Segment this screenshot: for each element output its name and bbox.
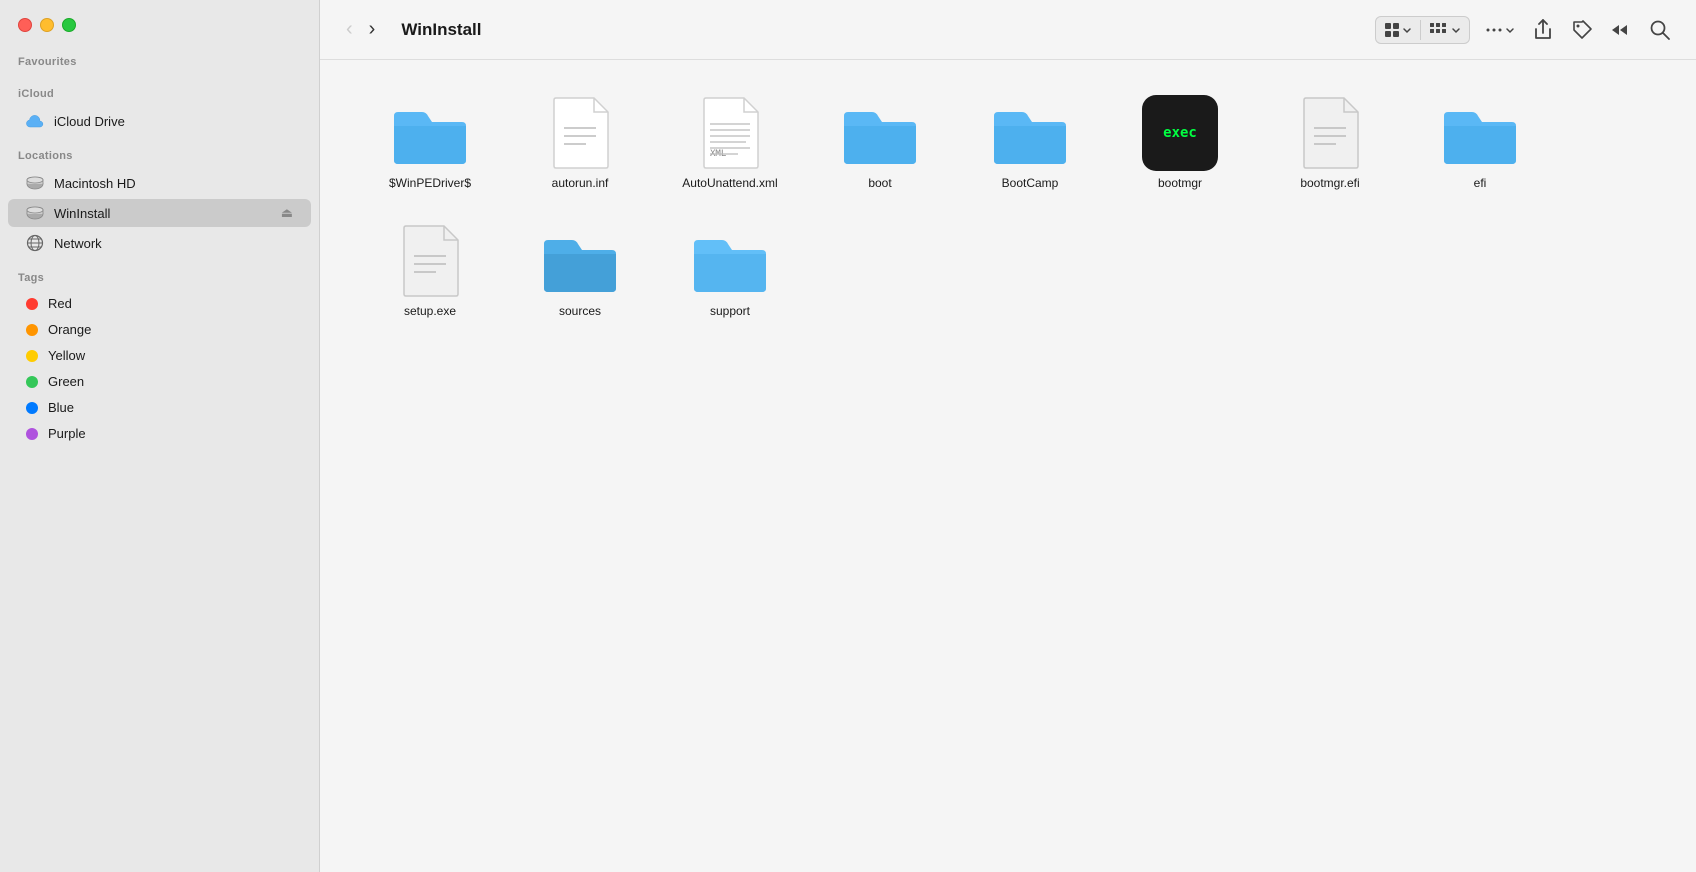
file-name: efi [1474, 176, 1487, 190]
gray-document-icon [390, 226, 470, 296]
tag-label: Orange [48, 322, 293, 337]
sidebar-item-tag-blue[interactable]: Blue [8, 395, 311, 420]
file-item[interactable]: setup.exe [360, 218, 500, 326]
sidebar-item-tag-orange[interactable]: Orange [8, 317, 311, 342]
grid-group-view-button[interactable] [1421, 17, 1469, 43]
sidebar-item-tag-yellow[interactable]: Yellow [8, 343, 311, 368]
folder-icon [690, 226, 770, 296]
more-button[interactable] [1606, 17, 1636, 43]
xml-document-icon: XML [690, 98, 770, 168]
window-title: WinInstall [401, 20, 481, 40]
file-item[interactable]: efi [1410, 90, 1550, 198]
file-item[interactable]: $WinPEDriver$ [360, 90, 500, 198]
folder-icon [990, 98, 1070, 168]
tags-label: Tags [0, 258, 319, 290]
file-name: setup.exe [404, 304, 456, 318]
back-button[interactable]: ‹ [340, 12, 359, 47]
maximize-button[interactable] [62, 18, 76, 32]
document-icon [540, 98, 620, 168]
sidebar-item-tag-green[interactable]: Green [8, 369, 311, 394]
favourites-label: Favourites [0, 42, 319, 74]
view-toggle [1375, 16, 1470, 44]
locations-label: Locations [0, 136, 319, 168]
network-label: Network [54, 236, 293, 251]
file-name: autorun.inf [552, 176, 609, 190]
tag-label: Blue [48, 400, 293, 415]
tag-color-dot [26, 298, 38, 310]
file-name: BootCamp [1002, 176, 1059, 190]
file-name: AutoUnattend.xml [682, 176, 777, 190]
file-item[interactable]: autorun.inf [510, 90, 650, 198]
grid-view-button[interactable] [1376, 17, 1420, 43]
tag-color-dot [26, 350, 38, 362]
tag-color-dot [26, 324, 38, 336]
folder-icon [840, 98, 920, 168]
disk-icon-2 [26, 204, 44, 222]
nav-buttons: ‹ › [340, 12, 381, 47]
exec-icon-wrapper: exec [1140, 98, 1220, 168]
macintosh-hd-label: Macintosh HD [54, 176, 293, 191]
close-button[interactable] [18, 18, 32, 32]
file-item[interactable]: bootmgr.efi [1260, 90, 1400, 198]
toolbar-controls [1375, 14, 1676, 46]
tag-button[interactable] [1566, 14, 1598, 46]
sidebar-item-tag-red[interactable]: Red [8, 291, 311, 316]
forward-button[interactable]: › [363, 12, 382, 47]
icloud-drive-label: iCloud Drive [54, 114, 293, 129]
file-name: $WinPEDriver$ [389, 176, 471, 190]
file-name: support [710, 304, 750, 318]
file-item[interactable]: boot [810, 90, 950, 198]
minimize-button[interactable] [40, 18, 54, 32]
tag-label: Purple [48, 426, 293, 441]
file-item[interactable]: BootCamp [960, 90, 1100, 198]
file-item[interactable]: XML AutoUnattend.xml [660, 90, 800, 198]
tag-label: Yellow [48, 348, 293, 363]
icloud-icon [26, 112, 44, 130]
file-item[interactable]: support [660, 218, 800, 326]
tag-label: Green [48, 374, 293, 389]
sidebar: Favourites iCloud iCloud Drive Locations… [0, 0, 320, 872]
main-content: ‹ › WinInstall [320, 0, 1696, 872]
file-name: sources [559, 304, 601, 318]
tag-color-dot [26, 428, 38, 440]
disk-icon [26, 174, 44, 192]
folder-icon [1440, 98, 1520, 168]
file-item[interactable]: sources [510, 218, 650, 326]
more-options-button[interactable] [1478, 14, 1520, 46]
eject-icon[interactable]: ⏏ [281, 205, 293, 221]
sidebar-item-macintosh-hd[interactable]: Macintosh HD [8, 169, 311, 197]
tags-container: Red Orange Yellow Green Blue Purple [0, 290, 319, 447]
tag-color-dot [26, 376, 38, 388]
tag-color-dot [26, 402, 38, 414]
share-button[interactable] [1528, 14, 1558, 46]
file-name: bootmgr [1158, 176, 1202, 190]
search-button[interactable] [1644, 14, 1676, 46]
gray-document-icon [1290, 98, 1370, 168]
traffic-lights [0, 0, 319, 42]
network-icon [26, 234, 44, 252]
toolbar: ‹ › WinInstall [320, 0, 1696, 60]
file-name: bootmgr.efi [1300, 176, 1359, 190]
sidebar-item-tag-purple[interactable]: Purple [8, 421, 311, 446]
folder-icon [540, 226, 620, 296]
file-name: boot [868, 176, 891, 190]
file-grid: $WinPEDriver$ autorun.inf XML AutoUnatte… [320, 60, 1696, 872]
tag-label: Red [48, 296, 293, 311]
wininstall-label: WinInstall [54, 206, 271, 221]
file-item[interactable]: exec bootmgr [1110, 90, 1250, 198]
folder-icon [390, 98, 470, 168]
sidebar-item-wininstall[interactable]: WinInstall ⏏ [8, 199, 311, 227]
sidebar-item-network[interactable]: Network [8, 229, 311, 257]
icloud-label: iCloud [0, 74, 319, 106]
exec-file-icon: exec [1142, 95, 1218, 171]
sidebar-item-icloud-drive[interactable]: iCloud Drive [8, 107, 311, 135]
